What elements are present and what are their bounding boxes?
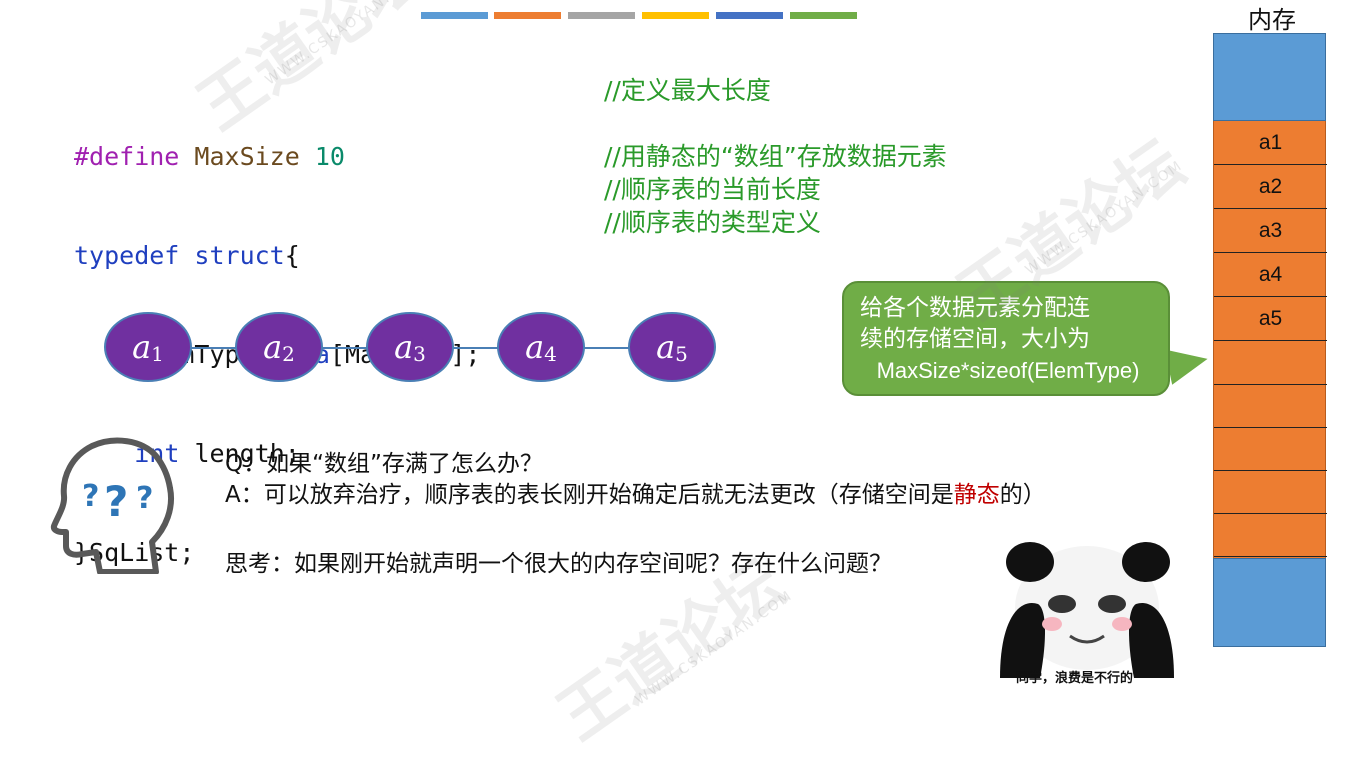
color-segment	[421, 12, 488, 19]
code-line-typedef: typedef struct{	[74, 239, 480, 272]
answer-prefix: A：可以放弃治疗，顺序表的表长刚开始确定后就无法更改（存储空间是	[225, 482, 954, 508]
node-link	[583, 347, 629, 349]
node-label: a	[132, 328, 152, 366]
memory-column: a1 a2 a3 a4 a5	[1213, 33, 1327, 647]
comment-line: //用静态的“数组”存放数据元素	[604, 142, 947, 171]
element-node: a3	[366, 312, 454, 382]
node-subscript: 1	[151, 342, 164, 366]
node-label: a	[263, 328, 283, 366]
thinking-head-icon: ? ? ?	[50, 437, 174, 574]
code-line-define: #define MaxSize 10	[74, 140, 480, 173]
memory-cell	[1214, 427, 1327, 471]
node-link	[190, 347, 236, 349]
answer-suffix: 的）	[999, 482, 1046, 508]
keyword-typedef: typedef	[74, 241, 180, 270]
answer-text: A：可以放弃治疗，顺序表的表长刚开始确定后就无法更改（存储空间是静态的）	[225, 480, 1046, 511]
watermark-url: WWW.CSKAOYAN.COM	[1022, 157, 1186, 279]
macro-value: 10	[314, 142, 345, 171]
memory-cell: a2	[1214, 165, 1327, 209]
color-segment	[642, 12, 709, 19]
svg-text:?: ?	[136, 481, 153, 516]
callout-line: 给各个数据元素分配连	[860, 295, 1090, 321]
memory-free-bottom	[1213, 558, 1326, 647]
node-link	[321, 347, 367, 349]
think-text: 思考：如果刚开始就声明一个很大的内存空间呢？存在什么问题？	[225, 551, 892, 577]
element-node: a4	[497, 312, 585, 382]
question-text: Q：如果“数组”存满了怎么办？	[225, 451, 543, 477]
callout-line: 续的存储空间，大小为	[860, 326, 1090, 352]
node-label: a	[394, 328, 414, 366]
memory-cell: a4	[1214, 253, 1327, 297]
color-segment	[790, 12, 857, 19]
macro-name: MaxSize	[194, 142, 300, 171]
callout-bubble: 给各个数据元素分配连 续的存储空间，大小为 MaxSize*sizeof(Ele…	[842, 281, 1170, 396]
memory-cell	[1214, 384, 1327, 428]
node-subscript: 5	[675, 342, 688, 366]
node-link	[452, 347, 498, 349]
memory-cell	[1214, 513, 1327, 557]
comment-line: //定义最大长度	[604, 76, 771, 105]
color-segment	[568, 12, 635, 19]
watermark-url: WWW.CSKAOYAN.COM	[632, 587, 796, 709]
element-node: a5	[628, 312, 716, 382]
callout-tail	[1164, 341, 1212, 385]
code-comments: //定义最大长度 //用静态的“数组”存放数据元素 //顺序表的当前长度 //顺…	[604, 74, 947, 239]
element-node: a2	[235, 312, 323, 382]
node-subscript: 4	[544, 342, 557, 366]
node-subscript: 2	[282, 342, 295, 366]
svg-text:?: ?	[104, 477, 128, 526]
open-brace: {	[284, 241, 300, 270]
element-node: a1	[104, 312, 192, 382]
memory-title: 内存	[1248, 6, 1296, 34]
memory-cell	[1214, 470, 1327, 514]
answer-highlight: 静态	[953, 482, 1000, 508]
comment-line: //顺序表的类型定义	[604, 208, 821, 237]
node-label: a	[525, 328, 545, 366]
comment-line: //顺序表的当前长度	[604, 175, 821, 204]
qa-block: Q：如果“数组”存满了怎么办？ A：可以放弃治疗，顺序表的表长刚开始确定后就无法…	[225, 449, 1046, 511]
memory-cell: a3	[1214, 209, 1327, 253]
memory-free-top	[1213, 33, 1326, 121]
element-sequence: a1 a2 a3 a4 a5	[104, 312, 724, 384]
callout-line: MaxSize*sizeof(ElemType)	[876, 358, 1140, 383]
memory-allocated: a1 a2 a3 a4 a5	[1213, 121, 1327, 558]
keyword-define: #define	[74, 142, 180, 171]
memory-cell	[1214, 341, 1327, 385]
color-segment	[494, 12, 561, 19]
meme-caption: 同学，浪费是不行的	[1016, 671, 1134, 686]
memory-cell: a5	[1214, 297, 1327, 341]
color-segment	[716, 12, 783, 19]
keyword-struct: struct	[194, 241, 285, 270]
panda-meme-image	[1000, 542, 1174, 678]
memory-cell: a1	[1214, 121, 1327, 165]
node-subscript: 3	[413, 342, 426, 366]
node-label: a	[656, 328, 676, 366]
svg-text:?: ?	[82, 479, 99, 514]
